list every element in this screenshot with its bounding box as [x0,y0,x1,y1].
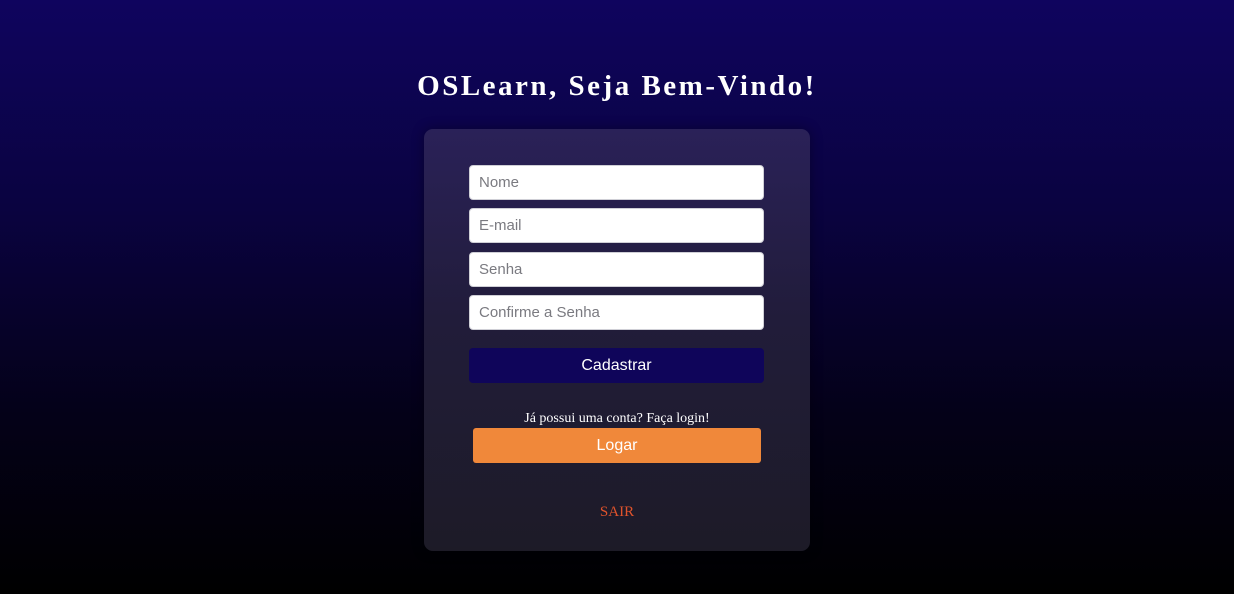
exit-link[interactable]: SAIR [424,503,810,521]
name-input[interactable] [469,165,764,200]
login-button[interactable]: Logar [473,428,761,463]
login-prompt-text: Já possui uma conta? Faça login! [524,411,710,426]
email-input[interactable] [469,208,764,243]
register-button[interactable]: Cadastrar [469,348,764,383]
password-input[interactable] [469,252,764,287]
confirm-password-input[interactable] [469,295,764,330]
signup-card: Cadastrar Já possui uma conta? Faça logi… [424,129,810,551]
page-title: OSLearn, Seja Bem-Vindo! [417,70,817,102]
